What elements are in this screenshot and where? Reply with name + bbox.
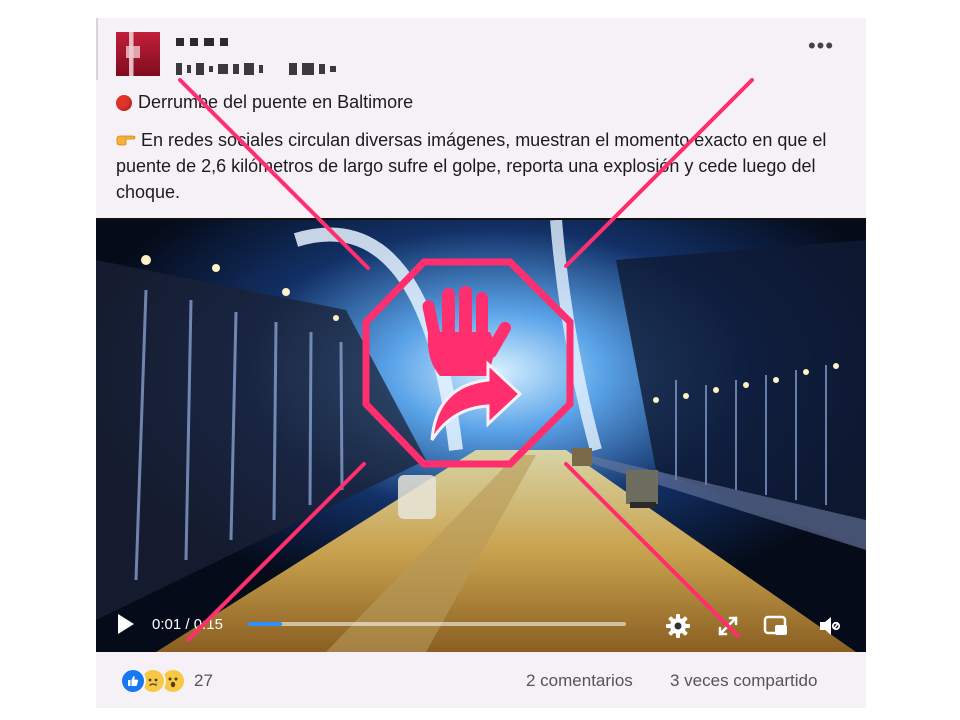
shares-link[interactable]: 3 veces compartido <box>670 671 817 691</box>
reaction-count: 27 <box>194 671 213 690</box>
video-time: 0:01 / 0:15 <box>152 616 223 633</box>
settings-gear-icon[interactable] <box>664 612 692 640</box>
avatar[interactable] <box>116 32 160 76</box>
red-circle-icon <box>116 94 132 111</box>
volume-icon[interactable] <box>816 612 844 640</box>
card-edge <box>96 18 98 80</box>
post-title: Derrumbe del puente en Baltimore <box>116 92 413 113</box>
pointing-hand-icon <box>116 127 136 153</box>
post-body: En redes sociales circulan diversas imág… <box>116 127 856 205</box>
fullscreen-icon[interactable] <box>714 612 742 640</box>
time-separator: / <box>185 616 190 633</box>
post-title-text: Derrumbe del puente en Baltimore <box>138 92 414 112</box>
like-reaction-icon <box>120 668 146 694</box>
video-progress-bar[interactable] <box>248 622 626 626</box>
video-player[interactable] <box>96 220 866 652</box>
video-frame-bridge-night <box>96 220 866 652</box>
current-time: 0:01 <box>152 616 182 633</box>
author-name-redacted[interactable] <box>176 38 228 48</box>
reactions-summary[interactable]: 27 <box>120 668 213 694</box>
post-meta-redacted <box>176 62 336 76</box>
comments-link[interactable]: 2 comentarios <box>526 671 633 691</box>
video-progress-fill <box>248 622 283 626</box>
more-options-button[interactable]: ••• <box>806 35 836 62</box>
picture-in-picture-icon[interactable] <box>762 612 790 640</box>
duration: 0:15 <box>193 616 223 633</box>
video-controls: 0:01 / 0:15 <box>96 604 866 648</box>
play-icon[interactable] <box>118 614 134 634</box>
post-body-text: En redes sociales circulan diversas imág… <box>116 130 827 202</box>
